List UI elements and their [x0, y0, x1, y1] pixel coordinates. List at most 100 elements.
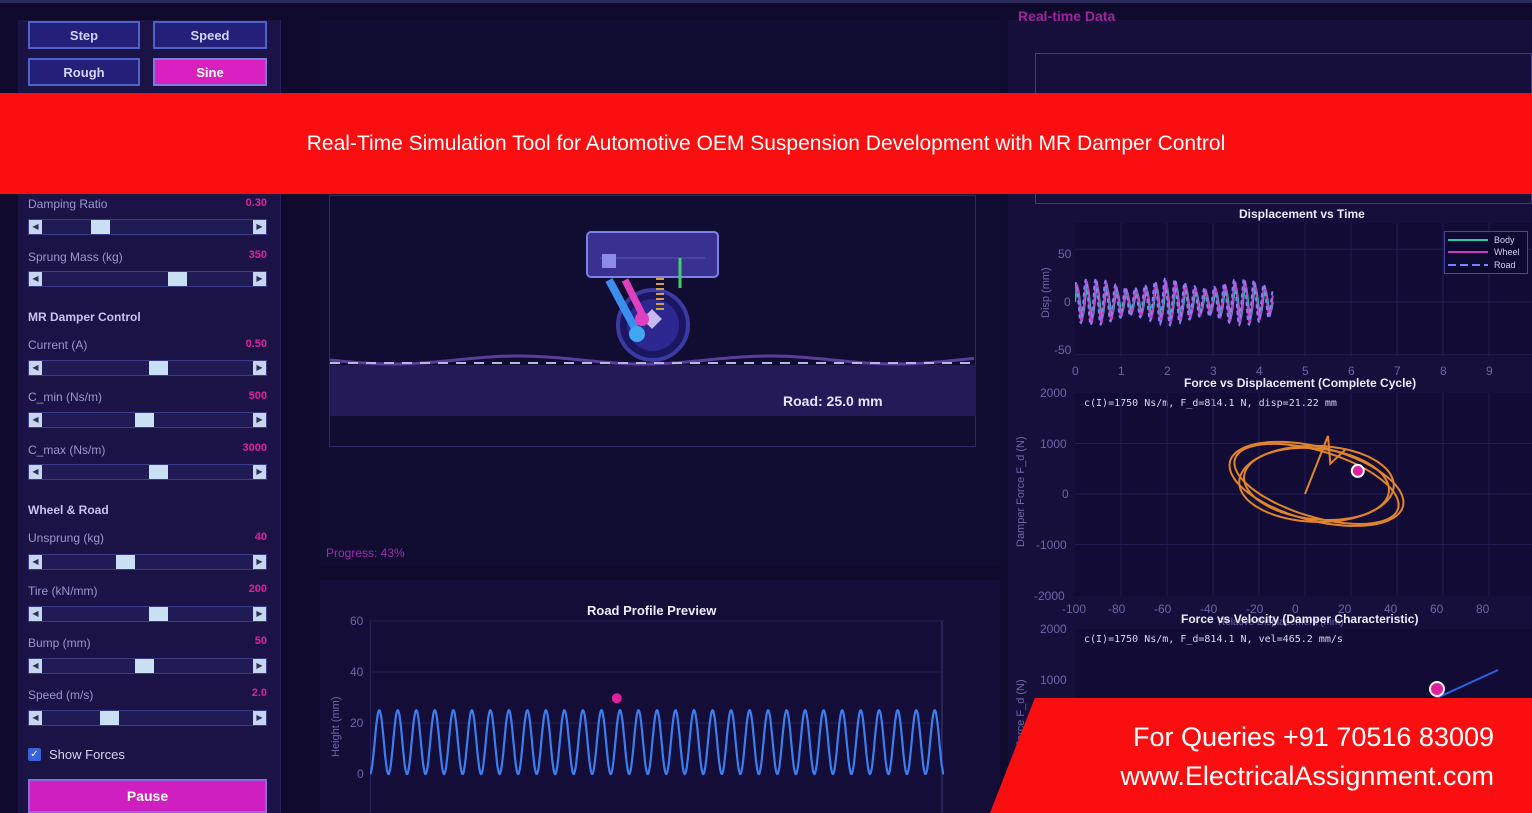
slider-thumb[interactable]: [148, 607, 168, 621]
road-profile-ylabel: Height (mm): [330, 696, 342, 757]
tire-value: 200: [248, 583, 267, 595]
displacement-xtick: 0: [1072, 364, 1079, 378]
road-profile-chart: [370, 620, 944, 813]
unsprung-slider[interactable]: ◀ ▶: [28, 554, 267, 570]
progress-label: Progress: 43%: [326, 546, 405, 560]
slider-right-arrow-icon[interactable]: ▶: [253, 272, 266, 286]
speed-label: Speed (m/s): [28, 688, 94, 702]
slider-right-arrow-icon[interactable]: ▶: [253, 361, 266, 375]
displacement-xtick: 9: [1486, 364, 1493, 378]
force-velocity-ytick: 1000: [1040, 673, 1067, 687]
show-forces-checkbox[interactable]: ✓: [28, 748, 41, 761]
force-velocity-marker: [1429, 681, 1445, 697]
slider-left-arrow-icon[interactable]: ◀: [29, 607, 42, 621]
displacement-chart-title: Displacement vs Time: [1239, 207, 1365, 221]
force-displacement-loop: [1228, 440, 1405, 527]
force-displacement-ytick: 2000: [1040, 386, 1067, 400]
sprung-mass-value: 350: [248, 249, 267, 261]
slider-left-arrow-icon[interactable]: ◀: [29, 361, 42, 375]
bump-slider[interactable]: ◀ ▶: [28, 658, 267, 674]
current-label: Current (A): [28, 338, 88, 352]
road-profile-ytick: 60: [350, 614, 364, 628]
slider-thumb[interactable]: [135, 659, 155, 673]
displacement-xtick: 1: [1118, 364, 1125, 378]
displacement-ytick: 0: [1064, 295, 1071, 309]
sprung-mass-label: Sprung Mass (kg): [28, 250, 123, 264]
slider-left-arrow-icon[interactable]: ◀: [29, 711, 42, 725]
arm-joint-icon: [629, 326, 645, 342]
displacement-ylabel: Disp (mm): [1040, 267, 1052, 318]
c-min-slider[interactable]: ◀ ▶: [28, 412, 267, 428]
force-displacement-ytick: -1000: [1036, 538, 1067, 552]
c-min-value: 500: [248, 390, 267, 402]
sprung-mass-slider[interactable]: ◀ ▶: [28, 271, 267, 287]
road-mode-sine-button[interactable]: Sine: [153, 58, 267, 86]
slider-left-arrow-icon[interactable]: ◀: [29, 413, 42, 427]
speed-value: 2.0: [251, 687, 267, 699]
slider-thumb[interactable]: [148, 361, 168, 375]
road-profile-ytick: 20: [350, 716, 364, 730]
legend-item-road: Road: [1448, 259, 1516, 271]
road-profile-title: Road Profile Preview: [587, 603, 717, 618]
slider-left-arrow-icon[interactable]: ◀: [29, 272, 42, 286]
bump-label: Bump (mm): [28, 636, 91, 650]
unsprung-label: Unsprung (kg): [28, 531, 105, 545]
show-forces-label: Show Forces: [49, 747, 125, 762]
force-displacement-ytick: 0: [1062, 487, 1069, 501]
damping-ratio-slider[interactable]: ◀ ▶: [28, 219, 267, 235]
displacement-xtick: 8: [1440, 364, 1447, 378]
slider-thumb[interactable]: [148, 465, 168, 479]
c-max-slider[interactable]: ◀ ▶: [28, 464, 267, 480]
slider-left-arrow-icon[interactable]: ◀: [29, 220, 42, 234]
damper-joint-icon: [635, 312, 649, 326]
force-displacement-ytick: 1000: [1040, 437, 1067, 451]
displacement-ytick: -50: [1054, 343, 1072, 357]
slider-right-arrow-icon[interactable]: ▶: [253, 659, 266, 673]
bump-value: 50: [254, 635, 267, 647]
slider-thumb[interactable]: [90, 220, 110, 234]
force-displacement-xtick: 60: [1430, 602, 1444, 616]
road-profile-marker: [611, 693, 622, 704]
contact-banner: For Queries +91 70516 83009 www.Electric…: [990, 698, 1532, 813]
force-displacement-marker: [1350, 463, 1365, 478]
slider-thumb[interactable]: [168, 272, 188, 286]
contact-phone: For Queries +91 70516 83009: [1132, 722, 1494, 752]
slider-left-arrow-icon[interactable]: ◀: [29, 555, 42, 569]
slider-thumb[interactable]: [135, 413, 155, 427]
suspension-diagram: [586, 231, 719, 362]
tire-label: Tire (kN/mm): [28, 584, 98, 598]
contact-website[interactable]: www.ElectricalAssignment.com: [1120, 761, 1494, 792]
slider-right-arrow-icon[interactable]: ▶: [253, 220, 266, 234]
slider-thumb[interactable]: [100, 711, 120, 725]
slider-right-arrow-icon[interactable]: ▶: [253, 555, 266, 569]
road-mode-step-button[interactable]: Step: [28, 21, 140, 49]
current-slider[interactable]: ◀ ▶: [28, 360, 267, 376]
force-displacement-title: Force vs Displacement (Complete Cycle): [1184, 376, 1417, 390]
force-displacement-xtick: -100: [1062, 602, 1087, 616]
force-displacement-loop: [1238, 444, 1395, 524]
force-displacement-chart: [1075, 393, 1532, 596]
slider-thumb[interactable]: [115, 555, 135, 569]
tire-slider[interactable]: ◀ ▶: [28, 606, 267, 622]
road-profile-ytick: 40: [350, 665, 364, 679]
slider-right-arrow-icon[interactable]: ▶: [253, 413, 266, 427]
slider-right-arrow-icon[interactable]: ▶: [253, 711, 266, 725]
displacement-xtick: 2: [1164, 364, 1171, 378]
force-velocity-title: Force vs Velocity (Damper Characteristic…: [1181, 612, 1419, 626]
slider-right-arrow-icon[interactable]: ▶: [253, 465, 266, 479]
c-max-value: 3000: [242, 442, 267, 454]
slider-right-arrow-icon[interactable]: ▶: [253, 607, 266, 621]
damping-ratio-value: 0.30: [245, 197, 267, 209]
road-mode-speed-button[interactable]: Speed: [153, 21, 267, 49]
road-mode-rough-button[interactable]: Rough: [28, 58, 140, 86]
realtime-data-title: Real-time Data: [1018, 8, 1116, 24]
speed-slider[interactable]: ◀ ▶: [28, 710, 267, 726]
pause-button[interactable]: Pause: [28, 779, 267, 813]
force-displacement-ylabel: Damper Force F_d (N): [1015, 436, 1027, 547]
force-displacement-xtick: 80: [1476, 602, 1490, 616]
slider-left-arrow-icon[interactable]: ◀: [29, 465, 42, 479]
force-displacement-xtick: -60: [1154, 602, 1172, 616]
slider-left-arrow-icon[interactable]: ◀: [29, 659, 42, 673]
force-displacement-xtick: -80: [1108, 602, 1126, 616]
checkmark-icon: ✓: [30, 749, 39, 760]
